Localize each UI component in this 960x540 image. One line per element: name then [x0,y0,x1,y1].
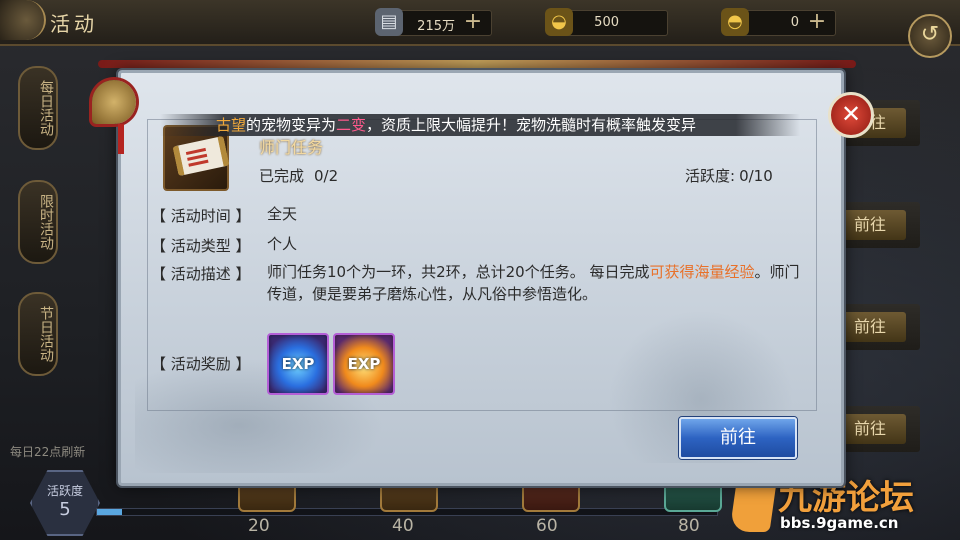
exp-reward-gold-icon[interactable]: EXP [333,333,395,395]
announcement-text-2: ，资质上限大幅提升！宠物洗髓时有概率触发变异 [366,116,697,134]
milestone-label: 60 [536,516,558,536]
currency-bound-gold: ◓ 0 + [721,8,836,36]
desc-part-1: 师门任务10个为一环，共2环，总计20个任务。 每日完成 [267,263,650,281]
activity-points-label: 活跃度 [46,484,83,498]
go-button[interactable]: 前往 [679,417,797,459]
add-silver-button[interactable]: + [459,11,487,35]
activity-reward-label: 【 活动奖励 】 [151,355,251,373]
activity-description: 师门任务10个为一环，共2环，总计20个任务。 每日完成可获得海量经验。师门传道… [267,261,807,305]
desc-highlight: 可获得海量经验 [649,263,755,281]
completed-count: 已完成 0/2 [259,165,338,186]
knot-ornament-icon [92,80,136,124]
announcement-player-name: 古望 [216,116,247,134]
activity-time-label: 【 活动时间 】 [151,207,251,225]
currency-silver-value: 215万 [417,19,455,34]
currency-gold-value: 500 [594,15,619,30]
tab-daily-activities[interactable]: 每日活动 [18,66,58,150]
liveness-label: 活跃度: [685,167,736,185]
list-go-button[interactable]: 前往 [834,312,906,342]
tassel-ornament [118,124,124,154]
activity-time-value: 全天 [267,205,298,223]
completed-label: 已完成 [259,167,305,185]
milestone-label: 80 [678,516,700,536]
tab-festival-activities[interactable]: 节日活动 [18,292,58,376]
gold-ingot-icon: ◒ [545,8,573,36]
list-go-button[interactable]: 前往 [834,414,906,444]
announcement-highlight: 二变 [336,116,367,134]
activity-type-value: 个人 [267,235,298,253]
exp-reward-text: EXP [347,355,381,373]
liveness-value: 0/10 [739,167,773,185]
milestone-label: 20 [248,516,270,536]
bound-gold-icon: ◓ [721,8,749,36]
exp-reward-text: EXP [281,355,315,373]
milestone-label: 40 [392,516,414,536]
exp-reward-blue-icon[interactable]: EXP [267,333,329,395]
activity-progress-fill [97,509,122,515]
activity-desc-label: 【 活动描述 】 [151,265,251,283]
activity-points-value: 5 [59,499,71,520]
tab-limited-activities[interactable]: 限时活动 [18,180,58,264]
system-announcement: 古望的宠物变异为二变，资质上限大幅提升！宠物洗髓时有概率触发变异 [160,114,800,136]
announcement-text-1: 的宠物变异为 [246,116,337,134]
dialog-top-ornament [98,60,856,68]
currency-gold: ◒ 500 [545,8,668,36]
activity-type-label: 【 活动类型 】 [151,237,251,255]
currency-bound-gold-value: 0 [790,15,799,30]
watermark-url: bbs.9game.cn [780,514,899,532]
list-go-button[interactable]: 前往 [834,210,906,240]
currency-silver: ▤ 215万 + [375,8,492,36]
add-bound-gold-button[interactable]: + [803,11,831,35]
close-icon[interactable]: ✕ [828,92,874,138]
refresh-note: 每日22点刷新 [10,445,86,459]
back-button[interactable] [0,0,46,40]
silver-ingot-icon: ▤ [375,8,403,36]
completed-value: 0/2 [314,167,339,185]
page-title: 活动 [50,12,98,36]
return-button[interactable]: ↺ [908,14,952,58]
top-bar: 活动 ▤ 215万 + ◒ 500 ◓ 0 + [0,0,960,46]
task-name: 师门任务 [259,138,324,157]
liveness-count: 活跃度: 0/10 [685,165,773,186]
